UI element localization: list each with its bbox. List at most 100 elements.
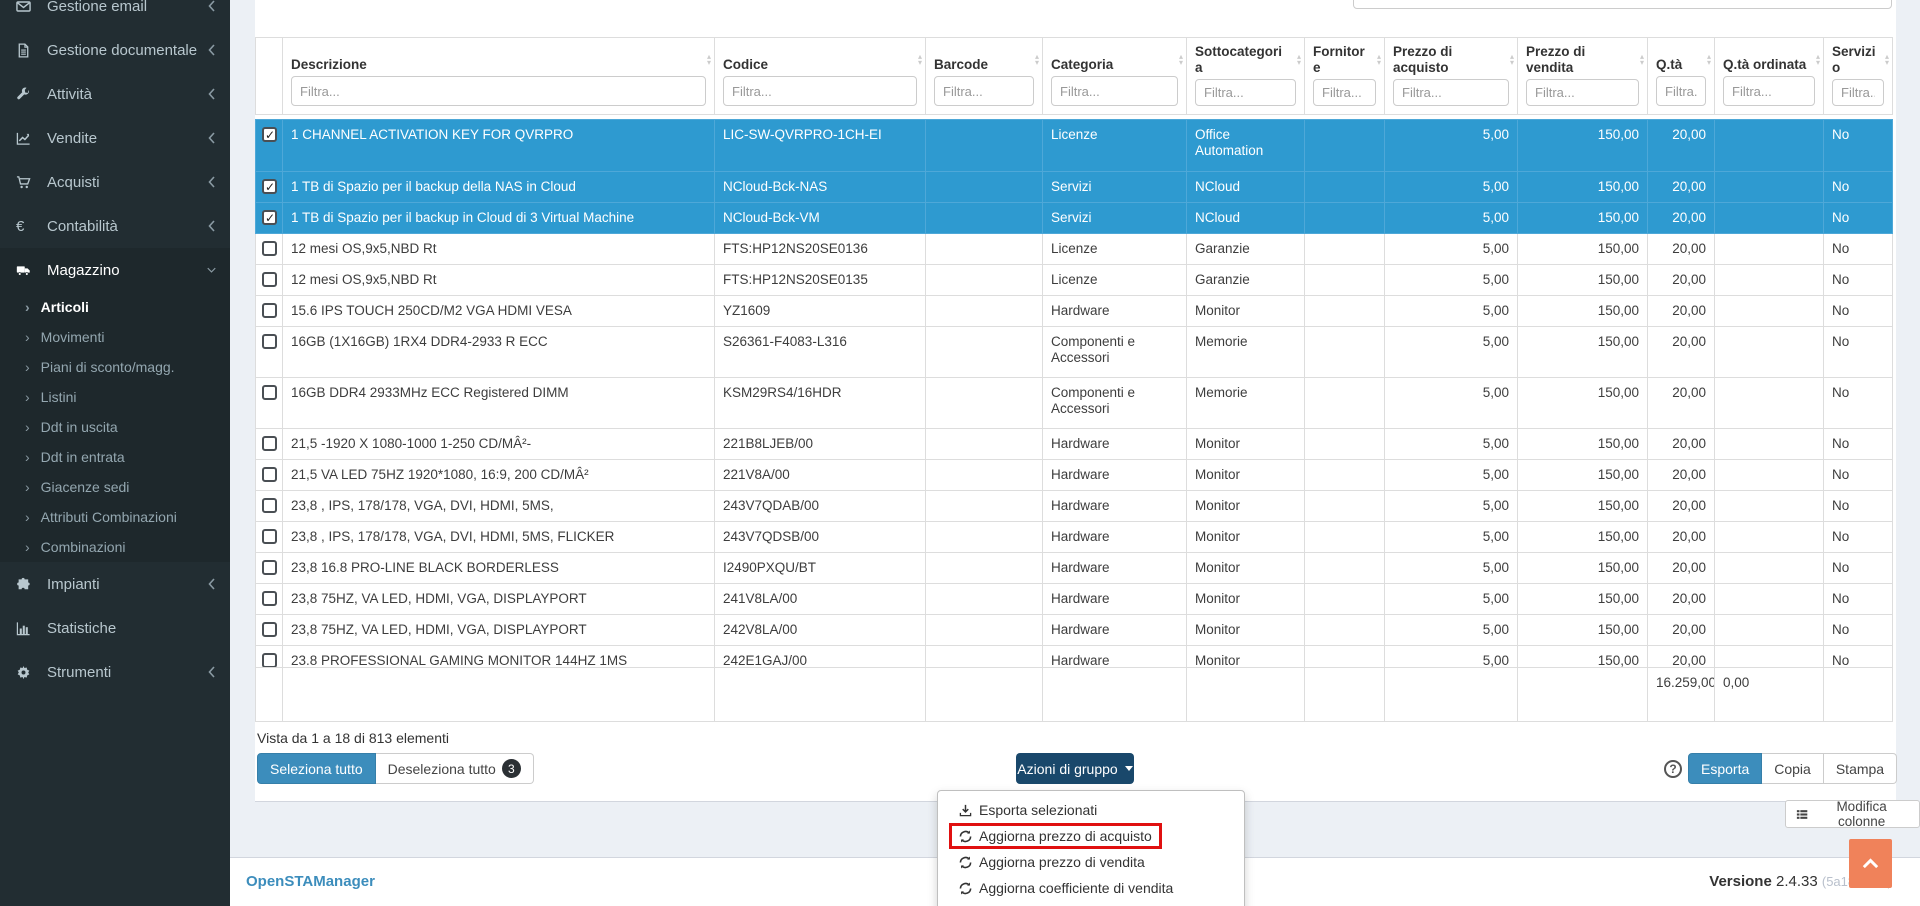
row-checkbox[interactable] <box>262 334 277 349</box>
sort-icon: ▴▾ <box>1885 54 1889 66</box>
edit-columns-button[interactable]: Modifica colonne <box>1785 800 1920 828</box>
sidebar-item-attivit[interactable]: Attività <box>0 72 230 116</box>
row-checkbox[interactable] <box>262 436 277 451</box>
row-checkbox[interactable] <box>262 272 277 287</box>
column-header-q-t[interactable]: Q.tà▴▾ <box>1648 38 1715 115</box>
sidebar-item-impianti[interactable]: Impianti <box>0 562 230 606</box>
filter-input-q-t-ordinata[interactable] <box>1723 76 1815 106</box>
cell-q-t-ordinata <box>1715 120 1824 172</box>
copy-button[interactable]: Copia <box>1762 753 1824 784</box>
sidebar-subitem-attributi-combinazioni[interactable]: ›Attributi Combinazioni <box>0 502 230 532</box>
cell-sottocategoria: NCloud <box>1187 203 1305 234</box>
brand-link[interactable]: OpenSTAManager <box>246 873 375 890</box>
cell-q-t: 20,00 <box>1648 120 1715 172</box>
cell-prezzo-di-acquisto: 5,00 <box>1385 203 1518 234</box>
filter-input-fornitore[interactable] <box>1313 79 1376 106</box>
sidebar-subitem-giacenze-sedi[interactable]: ›Giacenze sedi <box>0 472 230 502</box>
sidebar-item-acquisti[interactable]: Acquisti <box>0 160 230 204</box>
cell-codice: 221B8LJEB/00 <box>715 429 926 460</box>
help-icon[interactable]: ? <box>1664 760 1682 778</box>
filter-input-barcode[interactable] <box>934 76 1034 106</box>
sort-icon: ▴▾ <box>1179 54 1183 66</box>
row-checkbox[interactable] <box>262 591 277 606</box>
column-header-servizio[interactable]: Servizio▴▾ <box>1824 38 1893 115</box>
articles-table-card: Descrizione▴▾Codice▴▾Barcode▴▾Categoria▴… <box>255 0 1896 802</box>
row-checkbox[interactable] <box>262 653 277 667</box>
column-header-sottocategoria[interactable]: Sottocategoria▴▾ <box>1187 38 1305 115</box>
sidebar-subitem-ddt-in-entrata[interactable]: ›Ddt in entrata <box>0 442 230 472</box>
chevron-left-icon <box>207 578 216 590</box>
cart-icon <box>16 175 40 190</box>
column-header-barcode[interactable]: Barcode▴▾ <box>926 38 1043 115</box>
menu-item-aggiorna-coefficiente-di-vendita[interactable]: Aggiorna coefficiente di vendita <box>938 875 1244 901</box>
sidebar-item-gestione-documentale[interactable]: Gestione documentale <box>0 28 230 72</box>
wrench-icon <box>16 87 40 102</box>
filter-input-q-t[interactable] <box>1656 76 1706 106</box>
row-checkbox[interactable] <box>262 210 277 225</box>
row-checkbox[interactable] <box>262 241 277 256</box>
sidebar-item-magazzino[interactable]: Magazzino <box>0 248 230 292</box>
cell-descrizione: 1 TB di Spazio per il backup in Cloud di… <box>283 203 715 234</box>
scroll-to-top-button[interactable] <box>1849 839 1892 888</box>
sidebar-item-strumenti[interactable]: Strumenti <box>0 650 230 694</box>
export-button[interactable]: Esporta <box>1688 753 1762 784</box>
row-checkbox[interactable] <box>262 179 277 194</box>
filter-input-codice[interactable] <box>723 76 917 106</box>
cell-prezzo-di-vendita: 150,00 <box>1518 234 1648 265</box>
column-header-fornitore[interactable]: Fornitore▴▾ <box>1305 38 1385 115</box>
cell-q-t-ordinata <box>1715 522 1824 553</box>
row-checkbox[interactable] <box>262 385 277 400</box>
table-body-scroll[interactable]: 1 CHANNEL ACTIVATION KEY FOR QVRPROLIC-S… <box>255 119 1893 667</box>
menu-item-esporta-selezionati[interactable]: Esporta selezionati <box>938 797 1244 823</box>
cell-categoria: Hardware <box>1043 296 1187 327</box>
menu-item-stampa-etichette[interactable]: Stampa etichette <box>938 901 1244 906</box>
column-header-codice[interactable]: Codice▴▾ <box>715 38 926 115</box>
print-button[interactable]: Stampa <box>1824 753 1897 784</box>
filter-input-sottocategoria[interactable] <box>1195 79 1296 106</box>
cell-servizio: No <box>1824 522 1893 553</box>
column-header-q-t-ordinata[interactable]: Q.tà ordinata▴▾ <box>1715 38 1824 115</box>
row-checkbox[interactable] <box>262 560 277 575</box>
sidebar-subitem-ddt-in-uscita[interactable]: ›Ddt in uscita <box>0 412 230 442</box>
cell-prezzo-di-vendita: 150,00 <box>1518 378 1648 429</box>
totals-cell <box>926 668 1043 722</box>
select-all-button[interactable]: Seleziona tutto <box>257 753 376 784</box>
edit-columns-label: Modifica colonne <box>1814 799 1909 829</box>
row-checkbox[interactable] <box>262 622 277 637</box>
cell-q-t-ordinata <box>1715 378 1824 429</box>
table-row: 16GB (1X16GB) 1RX4 DDR4-2933 R ECCS26361… <box>256 327 1893 378</box>
menu-item-aggiorna-prezzo-di-acquisto[interactable]: Aggiorna prezzo di acquisto <box>938 823 1244 849</box>
filter-input-prezzo-di-acquisto[interactable] <box>1393 79 1509 106</box>
sidebar-subitem-listini[interactable]: ›Listini <box>0 382 230 412</box>
menu-item-aggiorna-prezzo-di-vendita[interactable]: Aggiorna prezzo di vendita <box>938 849 1244 875</box>
sidebar-item-statistiche[interactable]: Statistiche <box>0 606 230 650</box>
column-header-prezzo-di-vendita[interactable]: Prezzo di vendita▴▾ <box>1518 38 1648 115</box>
column-header-prezzo-di-acquisto[interactable]: Prezzo di acquisto▴▾ <box>1385 38 1518 115</box>
row-checkbox[interactable] <box>262 529 277 544</box>
cell-servizio: No <box>1824 172 1893 203</box>
column-header-categoria[interactable]: Categoria▴▾ <box>1043 38 1187 115</box>
filter-input-descrizione[interactable] <box>291 76 706 106</box>
sidebar-subitem-movimenti[interactable]: ›Movimenti <box>0 322 230 352</box>
sidebar-item-contabilit[interactable]: €Contabilità <box>0 204 230 248</box>
sidebar-item-gestione-email[interactable]: Gestione email <box>0 0 230 28</box>
sidebar-subitem-combinazioni[interactable]: ›Combinazioni <box>0 532 230 562</box>
cell-q-t-ordinata <box>1715 203 1824 234</box>
row-checkbox[interactable] <box>262 303 277 318</box>
sidebar-treeview-magazzino: Magazzino›Articoli›Movimenti›Piani di sc… <box>0 248 230 562</box>
sidebar-item-vendite[interactable]: Vendite <box>0 116 230 160</box>
column-header-descrizione[interactable]: Descrizione▴▾ <box>283 38 715 115</box>
deselect-all-button[interactable]: Deseleziona tutto 3 <box>376 753 534 784</box>
sidebar-subitem-piani-di-sconto-magg[interactable]: ›Piani di sconto/magg. <box>0 352 230 382</box>
filter-input-categoria[interactable] <box>1051 76 1178 106</box>
row-checkbox[interactable] <box>262 498 277 513</box>
row-checkbox[interactable] <box>262 127 277 142</box>
cell-sottocategoria: Monitor <box>1187 296 1305 327</box>
row-checkbox[interactable] <box>262 467 277 482</box>
filter-input-servizio[interactable] <box>1832 79 1884 106</box>
group-actions-button[interactable]: Azioni di gruppo <box>1016 753 1134 784</box>
filter-input-prezzo-di-vendita[interactable] <box>1526 79 1639 106</box>
chart-line-icon <box>16 131 40 146</box>
sidebar-subitem-articoli[interactable]: ›Articoli <box>0 292 230 322</box>
cell-q-t: 20,00 <box>1648 265 1715 296</box>
